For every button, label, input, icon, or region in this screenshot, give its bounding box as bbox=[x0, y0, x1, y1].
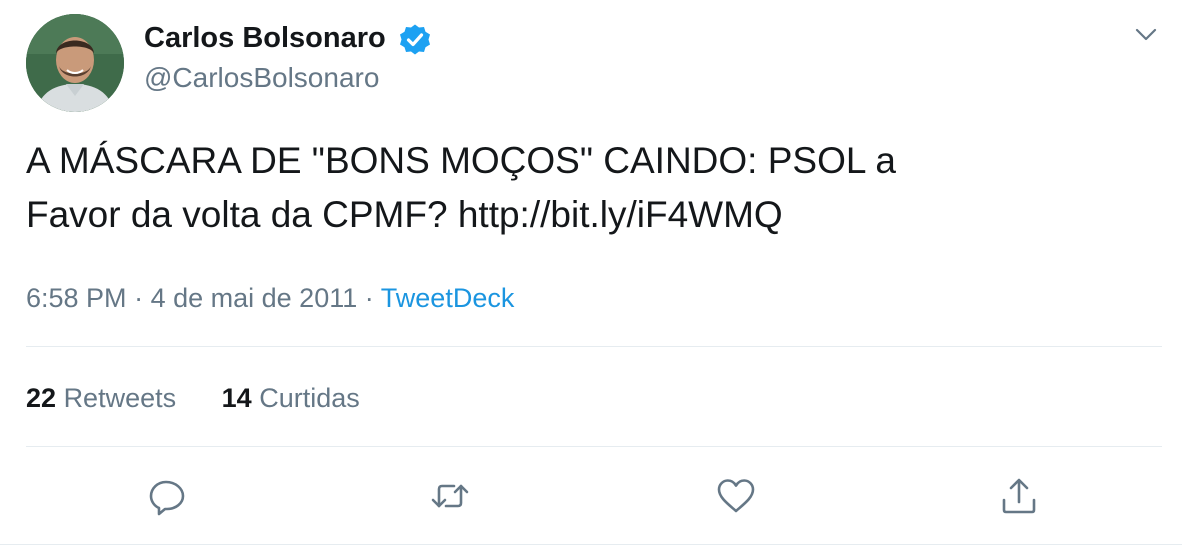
verified-badge-icon bbox=[398, 23, 432, 57]
author-display-name[interactable]: Carlos Bolsonaro bbox=[144, 20, 386, 56]
retweets-count: 22 bbox=[26, 383, 57, 413]
divider bbox=[26, 446, 1162, 447]
chevron-down-icon[interactable] bbox=[1133, 22, 1159, 48]
divider bbox=[26, 346, 1162, 347]
retweets-label: Retweets bbox=[63, 383, 177, 413]
tweet-metadata: 6:58 PM · 4 de mai de 2011 · TweetDeck bbox=[26, 280, 514, 316]
retweet-icon bbox=[431, 484, 469, 508]
tweet-text: A MÁSCARA DE "BONS MOÇOS" CAINDO: PSOL a… bbox=[26, 140, 896, 235]
tweet-source-link[interactable]: TweetDeck bbox=[381, 283, 515, 313]
share-button[interactable] bbox=[999, 476, 1039, 516]
reply-icon bbox=[149, 480, 185, 516]
likes-stat[interactable]: 14 Curtidas bbox=[222, 380, 360, 416]
tweet-card: Carlos Bolsonaro @CarlosBolsonaro A MÁSC… bbox=[0, 0, 1182, 546]
retweets-stat[interactable]: 22 Retweets bbox=[26, 380, 176, 416]
tweet-time[interactable]: 6:58 PM bbox=[26, 283, 127, 313]
tweet-stats: 22 Retweets 14 Curtidas bbox=[26, 380, 360, 416]
share-icon bbox=[1002, 478, 1036, 514]
like-button[interactable] bbox=[716, 476, 756, 516]
meta-separator: · bbox=[364, 283, 374, 313]
reply-button[interactable] bbox=[148, 476, 188, 516]
heart-icon bbox=[717, 479, 755, 513]
tweet-date[interactable]: 4 de mai de 2011 bbox=[151, 283, 358, 313]
retweet-button[interactable] bbox=[430, 476, 470, 516]
likes-count: 14 bbox=[221, 383, 252, 413]
avatar[interactable] bbox=[26, 14, 124, 112]
divider bbox=[0, 544, 1182, 545]
meta-separator: · bbox=[134, 283, 144, 313]
author-handle[interactable]: @CarlosBolsonaro bbox=[144, 61, 379, 95]
likes-label: Curtidas bbox=[259, 383, 360, 413]
